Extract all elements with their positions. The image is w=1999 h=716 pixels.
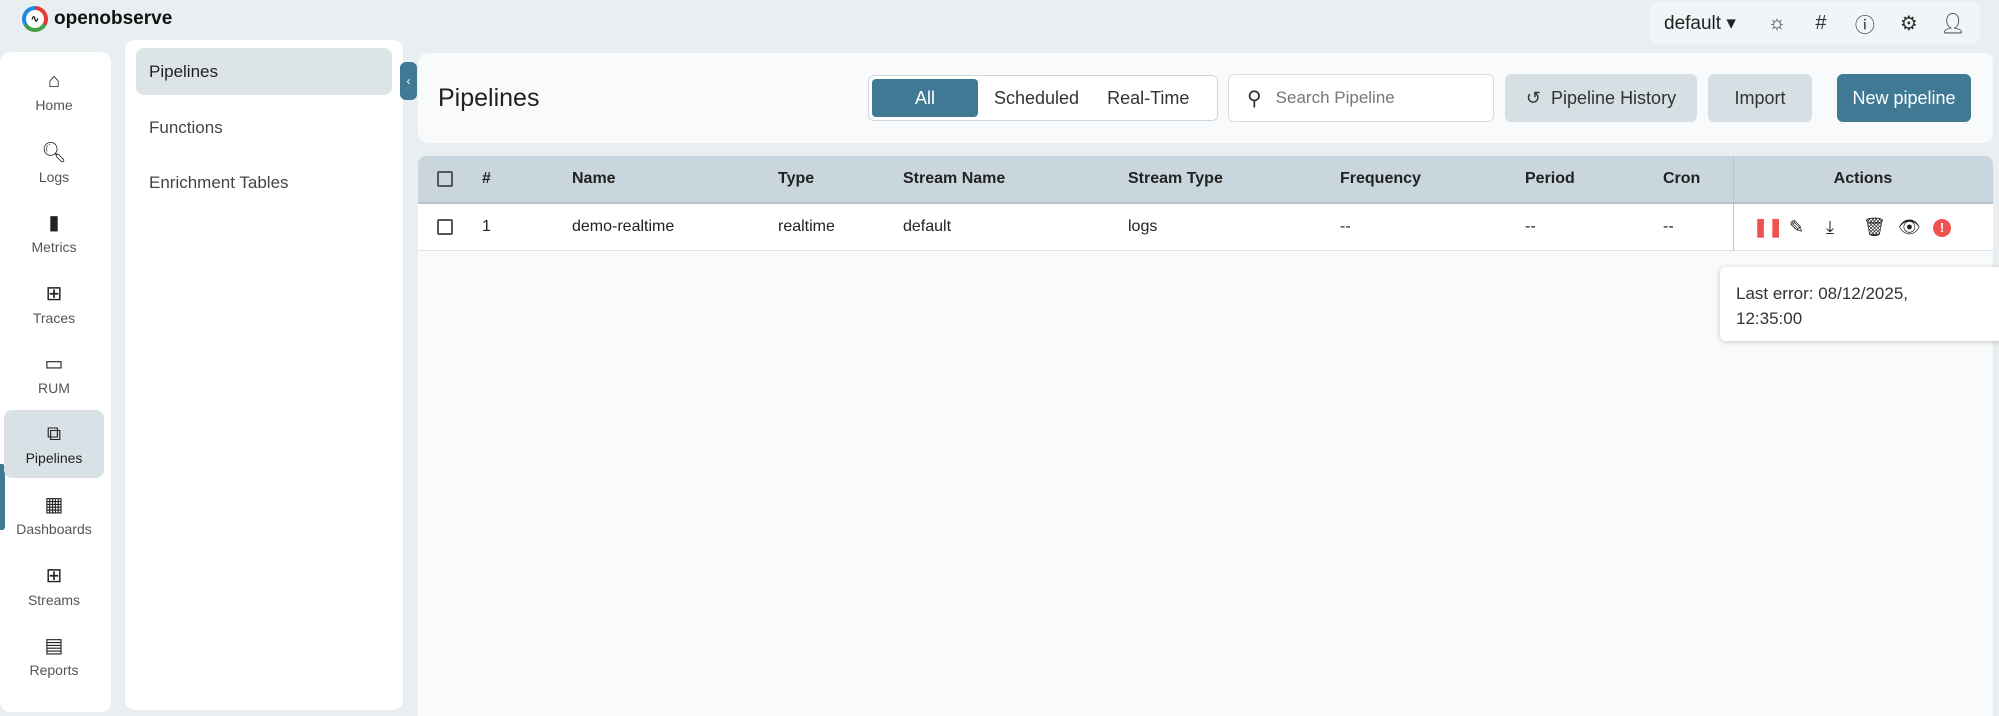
col-stream-name[interactable]: Stream Name: [903, 156, 1005, 202]
nav-home[interactable]: ⌂ Home: [4, 57, 104, 125]
col-frequency[interactable]: Frequency: [1340, 156, 1421, 202]
page-title: Pipelines: [438, 84, 540, 112]
logo[interactable]: ∿ openobserve: [22, 6, 172, 32]
pipeline-icon: ⧉: [46, 422, 62, 445]
table-header: # Name Type Stream Name Stream Type Freq…: [418, 156, 1993, 204]
new-pipeline-button[interactable]: New pipeline: [1837, 74, 1971, 122]
tooltip-line: 12:35:00: [1736, 309, 1803, 328]
nav-traces[interactable]: ⊞ Traces: [4, 269, 104, 337]
home-icon: ⌂: [47, 69, 61, 92]
button-label: Pipeline History: [1551, 87, 1677, 108]
nav-label: RUM: [38, 379, 70, 396]
tab-scheduled[interactable]: Scheduled: [982, 79, 1091, 117]
pause-icon[interactable]: ❚❚: [1753, 204, 1783, 251]
nav-label: Traces: [32, 309, 76, 326]
nav-label: Reports: [29, 661, 79, 678]
submenu-functions[interactable]: Functions: [136, 104, 392, 151]
pipeline-type-tabs: All Scheduled Real-Time: [868, 75, 1218, 121]
grid-icon: ⊞: [45, 564, 63, 587]
settings-icon[interactable]: ⚙: [1894, 11, 1924, 36]
logo-text: openobserve: [54, 8, 173, 29]
submenu-enrichment-tables[interactable]: Enrichment Tables: [136, 159, 392, 206]
search-input[interactable]: ⚲ Search Pipeline: [1228, 74, 1494, 122]
cell-name: demo-realtime: [572, 218, 675, 235]
nav-metrics[interactable]: ▮ Metrics: [4, 198, 104, 266]
delete-icon[interactable]: 🗑︎: [1863, 204, 1886, 251]
collapse-submenu-button[interactable]: ‹: [400, 62, 417, 100]
cell-stream-name: default: [903, 218, 952, 235]
nav-logs[interactable]: 🔍︎ Logs: [4, 128, 104, 196]
cell-period: --: [1525, 218, 1536, 235]
search-icon: 🔍︎: [41, 141, 67, 164]
last-error-tooltip: Last error: 08/12/2025, 12:35:00: [1720, 267, 1999, 341]
view-icon[interactable]: 👁︎: [1898, 204, 1921, 251]
nav-rum[interactable]: ▭ RUM: [4, 339, 104, 407]
col-num[interactable]: #: [482, 156, 491, 202]
col-name[interactable]: Name: [572, 156, 616, 202]
cell-num: 1: [482, 218, 491, 235]
cell-type: realtime: [778, 218, 835, 235]
dashboard-icon: ▦: [44, 493, 64, 516]
theme-icon[interactable]: ☼: [1762, 12, 1792, 35]
nav-label: Pipelines: [25, 449, 83, 466]
col-period[interactable]: Period: [1525, 156, 1575, 202]
nav-pipelines[interactable]: ⧉ Pipelines: [4, 410, 104, 478]
history-icon: ↺: [1525, 87, 1542, 108]
row-checkbox[interactable]: [437, 219, 453, 235]
org-label: default: [1664, 12, 1722, 34]
cell-frequency: --: [1340, 218, 1351, 235]
pipeline-history-button[interactable]: ↺ Pipeline History: [1505, 74, 1697, 122]
select-all-checkbox[interactable]: [437, 171, 453, 187]
tab-real-time[interactable]: Real-Time: [1095, 79, 1201, 117]
user-icon[interactable]: 👤︎: [1938, 11, 1968, 36]
bar-chart-icon: ▮: [48, 211, 60, 234]
nav-streams[interactable]: ⊞ Streams: [4, 551, 104, 619]
cell-cron: --: [1663, 218, 1674, 235]
import-button[interactable]: Import: [1708, 74, 1812, 122]
pipelines-submenu: Pipelines Functions Enrichment Tables: [125, 40, 403, 710]
slack-icon[interactable]: #: [1806, 12, 1836, 35]
nav-dashboards[interactable]: ▦ Dashboards: [4, 480, 104, 548]
download-icon[interactable]: ⤓: [1826, 204, 1834, 251]
devices-icon: ▭: [44, 352, 64, 375]
submenu-pipelines[interactable]: Pipelines: [136, 48, 392, 95]
nav-label: Logs: [38, 168, 70, 185]
search-icon: ⚲: [1247, 87, 1262, 110]
nav-label: Dashboards: [16, 520, 92, 537]
logo-mark-icon: ∿: [22, 6, 48, 32]
table-row[interactable]: 1 demo-realtime realtime default logs --…: [418, 204, 1993, 251]
actions-divider: [1733, 156, 1734, 251]
org-selector[interactable]: default ▾: [1664, 12, 1736, 35]
tooltip-line: Last error: 08/12/2025,: [1736, 284, 1909, 303]
top-toolbar: default ▾ ☼ # ⓘ ⚙ 👤︎: [1650, 2, 1980, 44]
nav-label: Home: [35, 96, 73, 113]
cell-stream-type: logs: [1128, 218, 1158, 235]
search-placeholder: Search Pipeline: [1275, 88, 1395, 107]
traces-icon: ⊞: [45, 282, 63, 305]
error-icon[interactable]: !: [1933, 204, 1951, 251]
help-icon[interactable]: ⓘ: [1850, 9, 1880, 38]
report-icon: ▤: [44, 634, 64, 657]
nav-label: Metrics: [31, 238, 77, 255]
col-stream-type[interactable]: Stream Type: [1128, 156, 1223, 202]
col-cron[interactable]: Cron: [1663, 156, 1700, 202]
tab-all[interactable]: All: [872, 79, 978, 117]
col-actions: Actions: [1833, 170, 1893, 187]
nav-reports[interactable]: ▤ Reports: [4, 621, 104, 689]
col-type[interactable]: Type: [778, 156, 814, 202]
nav-rail: ⌂ Home 🔍︎ Logs ▮ Metrics ⊞ Traces ▭ RUM ⧉ Pipe…: [0, 52, 111, 712]
edit-icon[interactable]: ✎: [1789, 204, 1804, 251]
nav-label: Streams: [27, 591, 81, 608]
pipelines-table: # Name Type Stream Name Stream Type Freq…: [418, 156, 1993, 716]
